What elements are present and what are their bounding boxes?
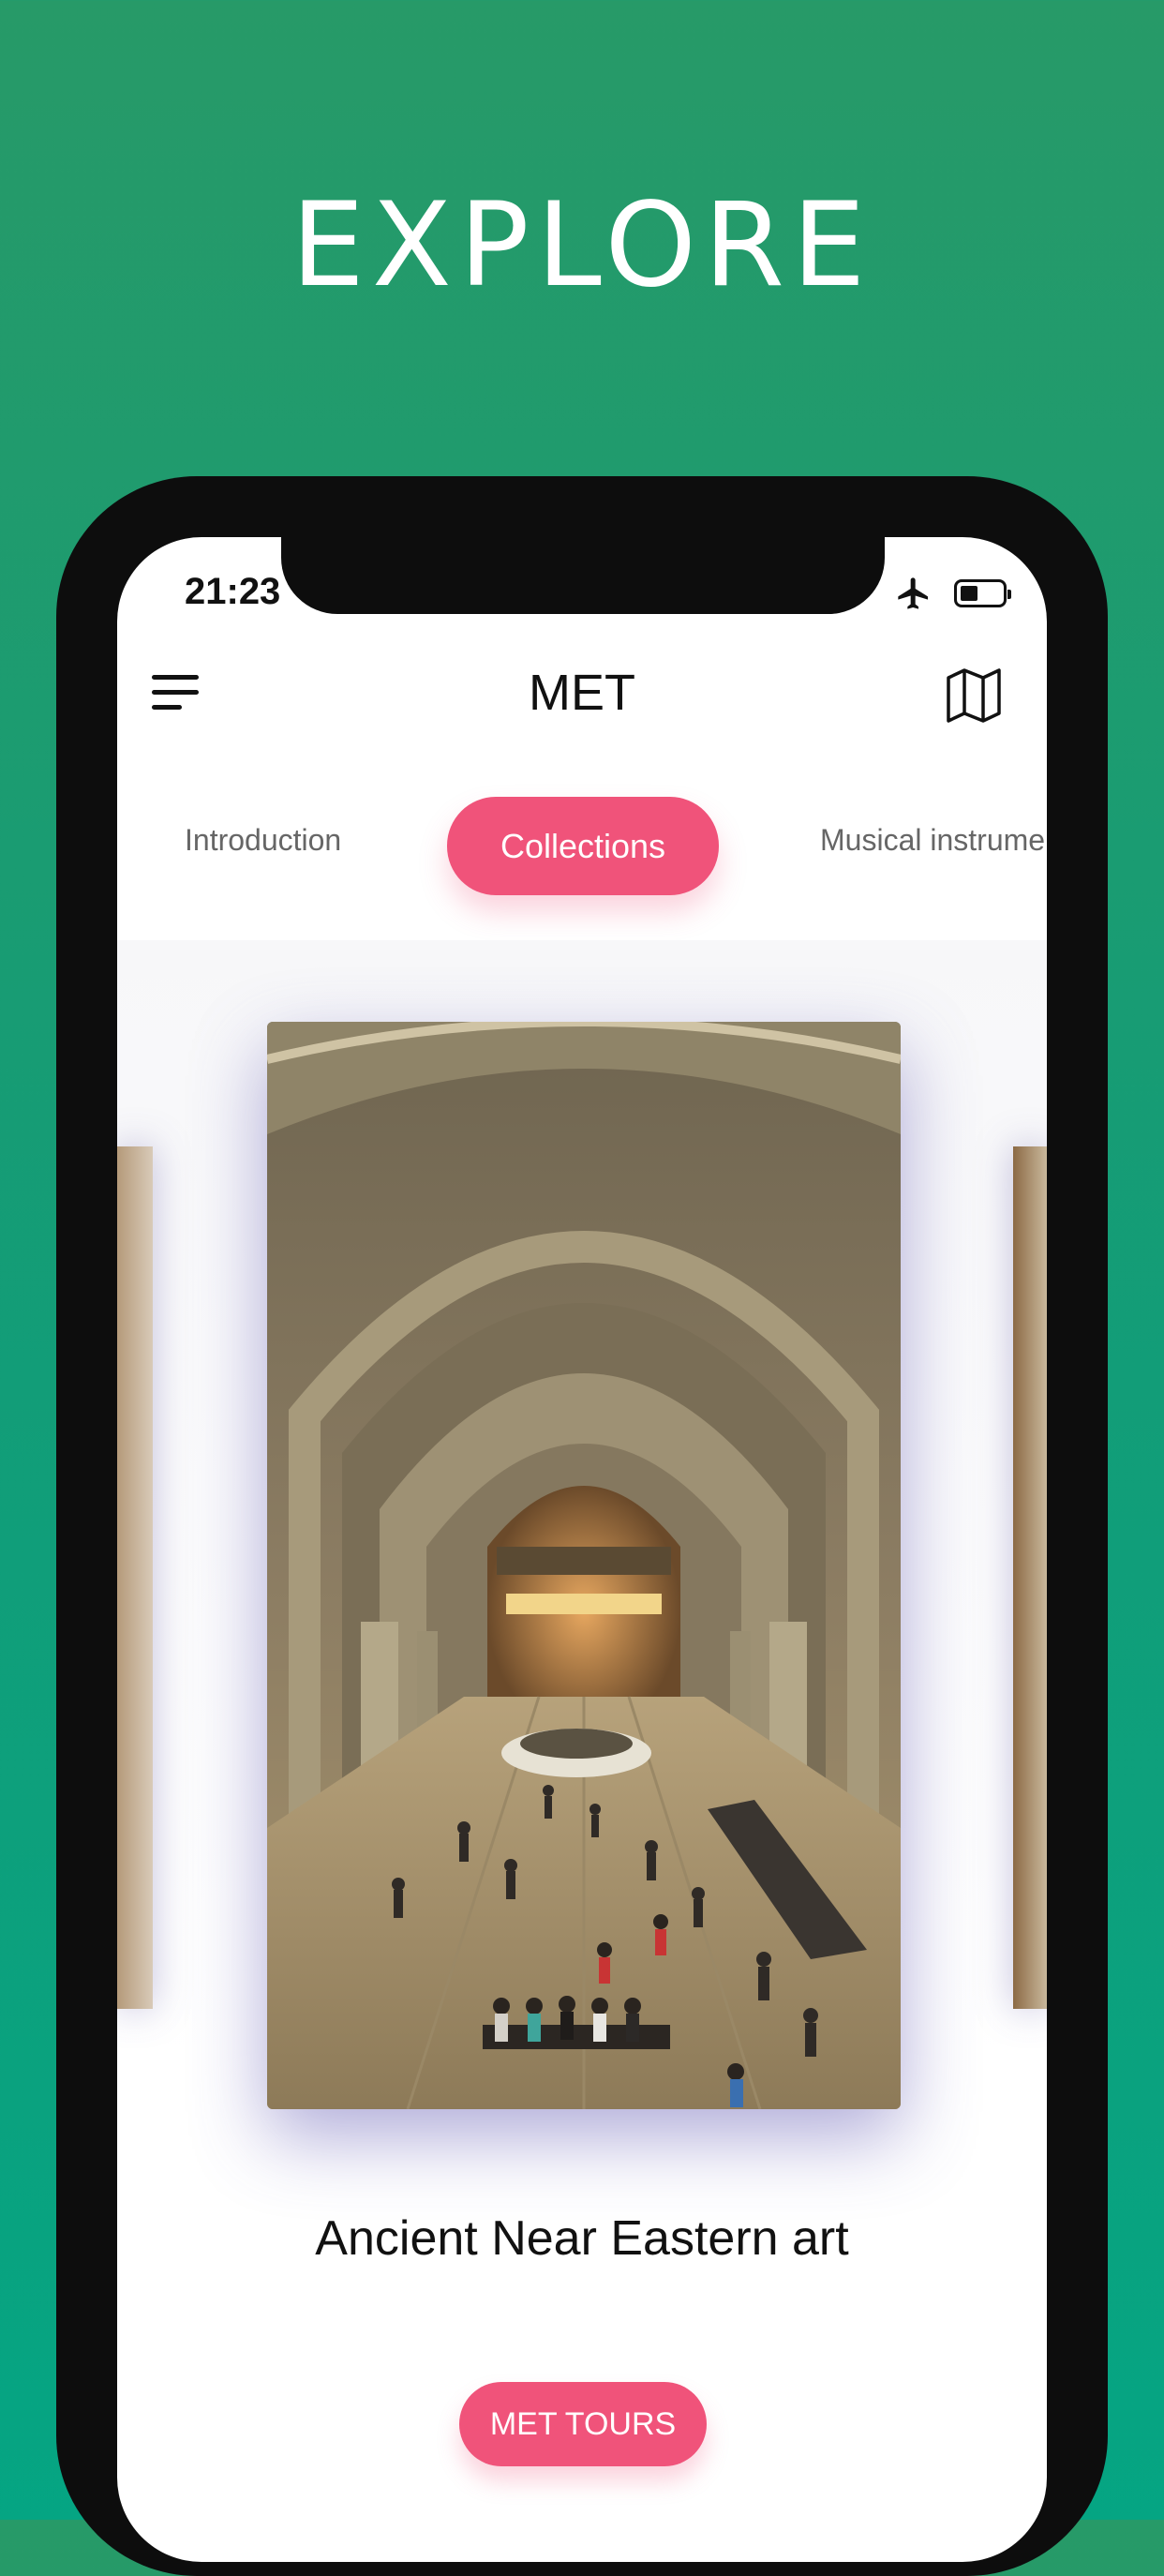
carousel-card-next[interactable] [1013,1146,1047,2009]
tab-introduction[interactable]: Introduction [185,823,341,858]
notch [281,537,885,614]
status-time: 21:23 [185,571,281,612]
phone-screen: 21:23 MET Introduction Collections Music… [117,537,1047,2562]
airplane-icon [898,577,928,609]
battery-icon [954,579,1011,607]
app-title: MET [529,665,635,721]
tab-collections[interactable]: Collections [447,797,719,895]
met-tours-button[interactable]: MET TOURS [459,2382,707,2466]
card-caption: Ancient Near Eastern art [315,2211,849,2266]
carousel-card-current[interactable] [267,1022,901,2109]
tab-musical-instruments[interactable]: Musical instrume [820,823,1045,858]
map-icon[interactable] [945,666,1003,725]
headline: EXPLORE [291,178,873,313]
carousel-card-previous[interactable] [117,1146,153,2009]
museum-hall-image [267,1022,901,2109]
